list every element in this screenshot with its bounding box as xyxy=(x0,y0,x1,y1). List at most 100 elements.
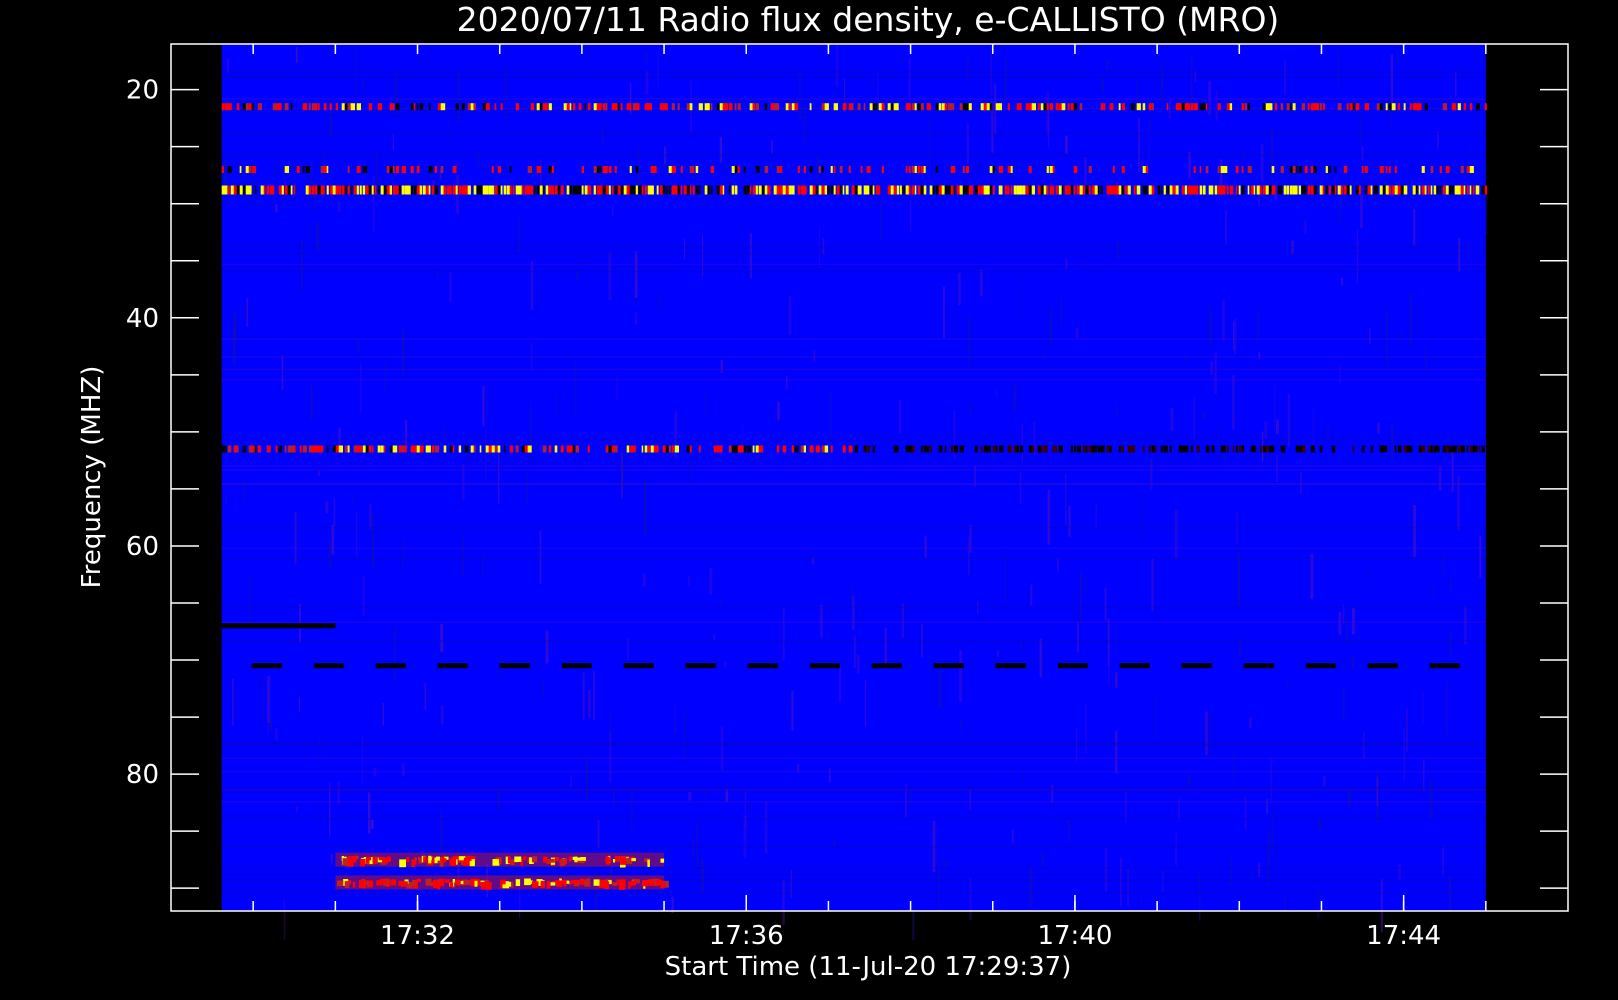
band-segment xyxy=(926,445,930,453)
texture-streak xyxy=(909,200,912,232)
band-segment xyxy=(401,881,407,887)
band-segment xyxy=(416,166,420,173)
band-segment xyxy=(680,166,683,173)
chart-title: 2020/07/11 Radio flux density, e-CALLIST… xyxy=(457,0,1280,39)
texture-streak xyxy=(1188,152,1191,179)
band-segment xyxy=(893,185,897,195)
band-segment xyxy=(1457,445,1461,453)
band-segment xyxy=(635,166,639,173)
band-segment xyxy=(499,663,530,669)
texture-streak xyxy=(570,776,572,788)
band-segment xyxy=(1352,445,1355,453)
texture-streak xyxy=(966,123,969,164)
band-segment xyxy=(1088,166,1092,173)
texture-streak xyxy=(356,511,358,558)
band-segment xyxy=(1331,445,1336,453)
texture-line xyxy=(221,787,1486,789)
texture-streak xyxy=(1106,58,1109,71)
texture-line xyxy=(221,338,1486,340)
texture-streak xyxy=(700,858,704,893)
texture-line xyxy=(221,468,1486,471)
texture-streak xyxy=(929,118,931,169)
band-segment xyxy=(392,103,395,111)
band-segment xyxy=(1031,185,1035,195)
band-segment xyxy=(1076,445,1081,453)
y-tick-label: 20 xyxy=(126,76,159,106)
band-segment xyxy=(1055,185,1058,195)
band-segment xyxy=(584,185,588,195)
band-segment xyxy=(764,185,768,195)
texture-streak xyxy=(630,788,633,832)
texture-streak xyxy=(1012,829,1014,844)
band-segment xyxy=(791,103,795,111)
band-segment xyxy=(368,103,373,111)
texture-streak xyxy=(1451,449,1454,493)
texture-streak xyxy=(1455,71,1457,98)
texture-streak xyxy=(1065,135,1068,154)
band-segment xyxy=(1271,185,1276,195)
texture-streak xyxy=(1351,656,1355,668)
band-segment xyxy=(458,445,462,453)
band-segment xyxy=(1253,445,1257,453)
band-segment xyxy=(524,878,531,886)
band-segment xyxy=(224,103,229,111)
band-segment xyxy=(371,185,374,195)
band-segment xyxy=(275,445,278,453)
band-segment xyxy=(272,185,275,195)
band-segment xyxy=(674,185,678,195)
texture-streak xyxy=(782,880,785,925)
texture-streak xyxy=(227,59,229,73)
band-segment xyxy=(356,445,360,453)
band-segment xyxy=(317,185,322,195)
band-segment xyxy=(500,185,503,195)
band-segment xyxy=(1121,185,1124,195)
texture-line xyxy=(221,867,1486,869)
band-segment xyxy=(776,103,780,111)
texture-streak xyxy=(838,666,841,702)
band-segment xyxy=(230,185,235,195)
band-segment xyxy=(926,103,931,111)
band-segment xyxy=(1088,185,1091,195)
band-segment xyxy=(716,185,720,195)
texture-streak xyxy=(1429,778,1433,820)
band-segment xyxy=(1463,103,1466,111)
band-segment xyxy=(992,445,996,453)
texture-streak xyxy=(696,823,699,868)
band-segment xyxy=(1127,185,1131,195)
band-segment xyxy=(1142,185,1146,195)
x-tick-label: 17:40 xyxy=(1037,921,1112,951)
band-segment xyxy=(329,103,332,111)
band-segment xyxy=(908,103,911,111)
band-segment xyxy=(1394,445,1397,453)
band-segment xyxy=(707,103,710,111)
band-segment xyxy=(631,858,636,862)
texture-streak xyxy=(371,514,374,569)
band-segment xyxy=(392,166,395,173)
texture-streak xyxy=(1258,352,1260,359)
band-segment xyxy=(320,445,324,453)
band-segment xyxy=(494,103,497,111)
band-segment xyxy=(587,103,591,111)
band-segment xyxy=(1313,185,1317,195)
band-segment xyxy=(1409,445,1413,453)
band-segment xyxy=(416,878,421,883)
band-segment xyxy=(962,166,965,173)
band-segment xyxy=(347,103,351,111)
band-segment xyxy=(608,185,611,195)
band-segment xyxy=(1442,103,1448,111)
texture-streak xyxy=(799,72,802,122)
band-segment xyxy=(452,166,457,173)
band-segment xyxy=(350,185,353,195)
band-segment xyxy=(314,185,318,195)
band-segment xyxy=(1235,445,1238,453)
texture-streak xyxy=(645,70,649,95)
band-segment xyxy=(375,663,406,669)
band-segment xyxy=(478,882,485,886)
band-segment xyxy=(1136,103,1141,111)
band-segment xyxy=(1142,445,1145,453)
band-segment xyxy=(236,103,240,111)
texture-streak xyxy=(394,625,397,636)
band-segment xyxy=(296,166,300,173)
band-segment xyxy=(1196,445,1200,453)
band-segment xyxy=(686,103,690,111)
